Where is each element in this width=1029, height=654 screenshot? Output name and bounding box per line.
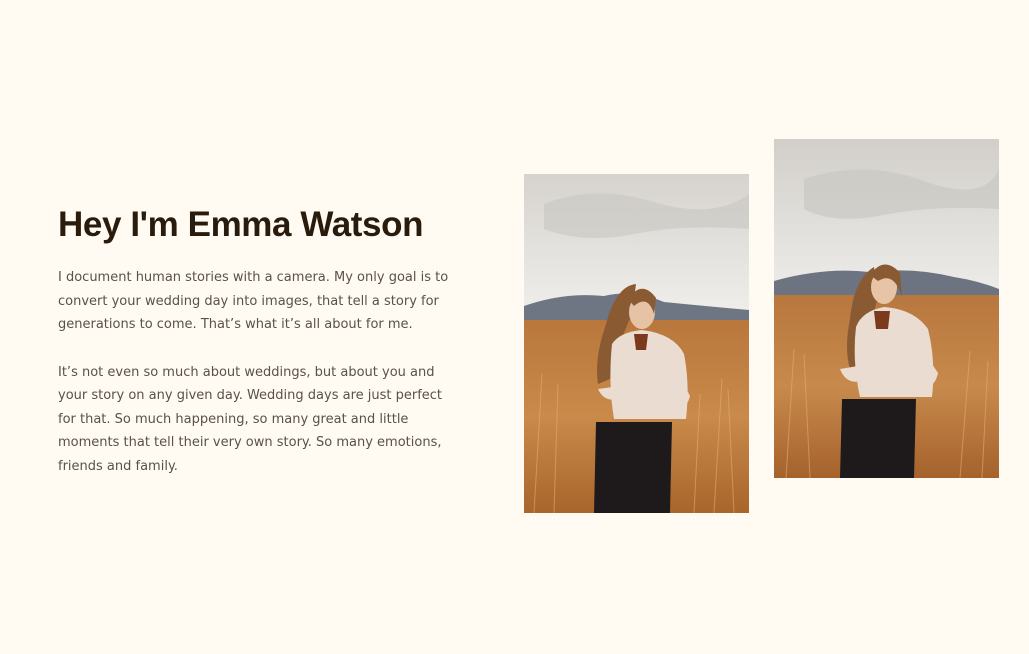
intro-block: Hey I'm Emma Watson I document human sto… — [58, 204, 458, 478]
intro-paragraph-2: It’s not even so much about weddings, bu… — [58, 364, 443, 474]
portrait-photo-2 — [774, 139, 999, 478]
portrait-image — [524, 174, 749, 513]
about-section: Hey I'm Emma Watson I document human sto… — [0, 0, 1029, 654]
intro-paragraph-1: I document human stories with a camera. … — [58, 270, 449, 332]
portrait-image — [774, 139, 999, 478]
portrait-photo-1 — [524, 174, 749, 513]
page-title: Hey I'm Emma Watson — [58, 205, 424, 244]
